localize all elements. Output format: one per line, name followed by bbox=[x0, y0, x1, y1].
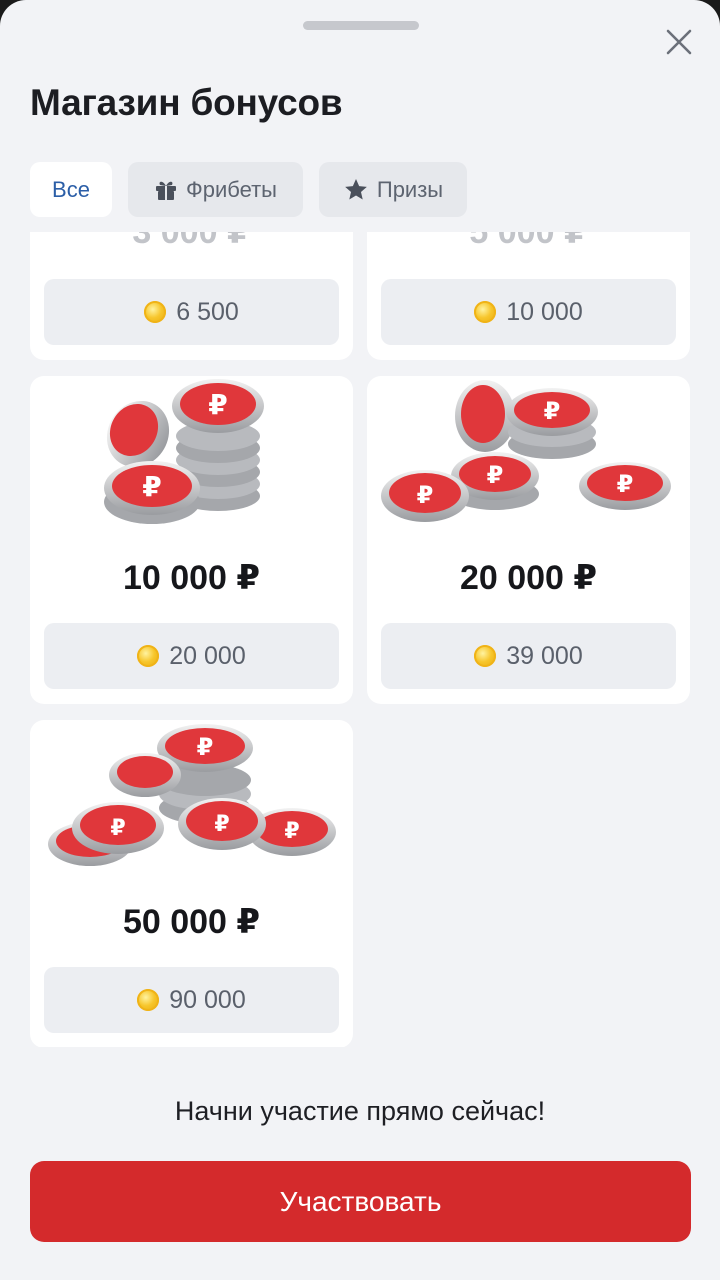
buy-button[interactable]: 10 000 bbox=[381, 279, 676, 345]
buy-cost: 20 000 bbox=[169, 641, 246, 670]
bonus-price: 10 000 ₽ bbox=[122, 559, 261, 597]
coin-icon bbox=[137, 645, 160, 667]
svg-text:₽: ₽ bbox=[208, 388, 227, 421]
star-icon bbox=[343, 177, 369, 203]
tab-freebets[interactable]: Фрибеты bbox=[128, 162, 303, 217]
buy-button[interactable]: 90 000 bbox=[44, 967, 339, 1033]
buy-cost: 6 500 bbox=[176, 297, 239, 326]
bonus-price: 50 000 ₽ bbox=[122, 903, 261, 941]
svg-text:₽: ₽ bbox=[110, 816, 125, 841]
participate-button-label: Участвовать bbox=[279, 1185, 442, 1217]
buy-cost: 10 000 bbox=[506, 297, 583, 326]
bonus-card[interactable]: 3 000 ₽ 6 500 bbox=[30, 232, 353, 360]
coins-stack-image: ₽ ₽ bbox=[104, 379, 264, 524]
svg-text:₽: ₽ bbox=[544, 397, 561, 425]
svg-text:₽: ₽ bbox=[284, 819, 299, 844]
tab-all[interactable]: Все bbox=[30, 162, 112, 217]
coin-icon bbox=[144, 301, 167, 323]
bonus-price: 20 000 ₽ bbox=[459, 559, 598, 597]
page-title: Магазин бонусов bbox=[30, 82, 343, 123]
bonus-card[interactable]: ₽ ₽ ₽ ₽ 50 000 ₽ 90 000 bbox=[30, 720, 353, 1047]
close-icon bbox=[666, 29, 692, 55]
coins-stack-image: ₽ ₽ ₽ ₽ bbox=[381, 380, 671, 522]
bonus-card[interactable]: ₽ ₽ ₽ ₽ 20 000 ₽ 39 000 bbox=[367, 376, 690, 704]
bonus-price: 3 000 ₽ bbox=[132, 232, 251, 251]
buy-button[interactable]: 6 500 bbox=[44, 279, 339, 345]
coin-icon bbox=[474, 645, 497, 667]
tab-freebets-label: Фрибеты bbox=[186, 176, 277, 202]
svg-text:₽: ₽ bbox=[197, 733, 214, 761]
coins-stack-image: ₽ ₽ ₽ ₽ bbox=[48, 724, 336, 866]
gift-icon bbox=[154, 178, 178, 202]
participate-button[interactable]: Участвовать bbox=[30, 1161, 691, 1242]
cta-prompt: Начни участие прямо сейчас! bbox=[174, 1096, 546, 1126]
svg-text:₽: ₽ bbox=[617, 470, 634, 498]
buy-button[interactable]: 39 000 bbox=[381, 623, 676, 689]
sheet-grabber[interactable] bbox=[303, 21, 419, 30]
bonus-shop-sheet: Магазин бонусов Все Фрибеты Призы 3 000 … bbox=[0, 0, 720, 1280]
svg-text:₽: ₽ bbox=[487, 461, 504, 489]
svg-text:₽: ₽ bbox=[417, 481, 434, 509]
buy-cost: 39 000 bbox=[506, 641, 583, 670]
filter-tabs: Все Фрибеты Призы bbox=[30, 162, 467, 217]
bonus-price: 5 000 ₽ bbox=[469, 232, 588, 251]
coin-icon bbox=[137, 989, 160, 1011]
buy-cost: 90 000 bbox=[169, 985, 246, 1014]
tab-prizes-label: Призы bbox=[376, 176, 444, 202]
svg-text:₽: ₽ bbox=[214, 812, 229, 837]
bonus-card[interactable]: ₽ ₽ 10 000 ₽ 20 000 bbox=[30, 376, 353, 704]
bonus-grid[interactable]: 3 000 ₽ 6 500 5 000 ₽ 10 000 ₽ ₽ 10 000 … bbox=[0, 232, 720, 1047]
tab-prizes[interactable]: Призы bbox=[319, 162, 467, 217]
buy-button[interactable]: 20 000 bbox=[44, 623, 339, 689]
tab-all-label: Все bbox=[52, 176, 90, 202]
close-button[interactable] bbox=[656, 22, 702, 62]
svg-text:₽: ₽ bbox=[142, 470, 161, 503]
coin-icon bbox=[474, 301, 497, 323]
bonus-card[interactable]: 5 000 ₽ 10 000 bbox=[367, 232, 690, 360]
